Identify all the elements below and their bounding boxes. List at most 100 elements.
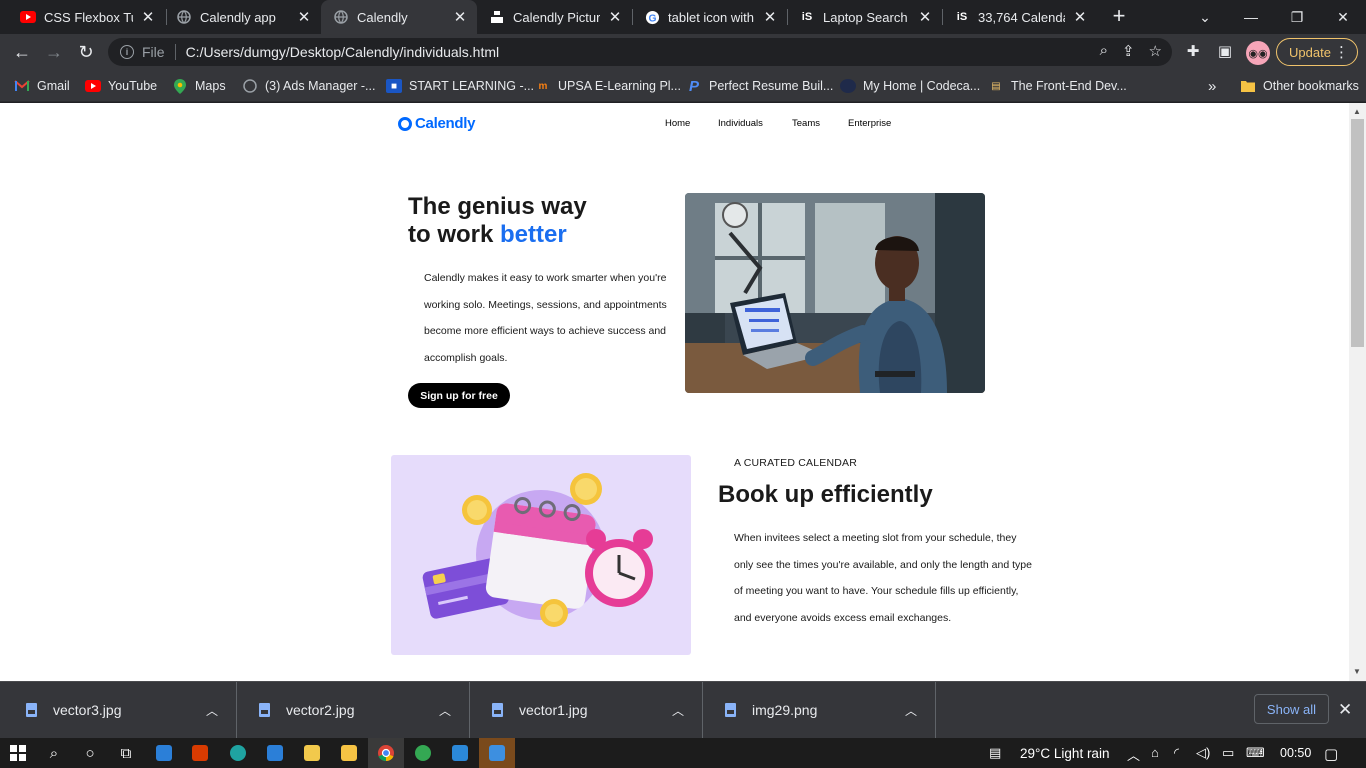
tab-calendly-active[interactable]: Calendly ✕ [321, 0, 477, 34]
window-close-button[interactable]: ✕ [1320, 0, 1366, 34]
info-icon[interactable]: i [120, 45, 134, 59]
scrollbar-thumb[interactable] [1351, 119, 1364, 347]
download-filename: vector3.jpg [53, 702, 122, 718]
cortana-icon[interactable]: ○ [72, 738, 108, 768]
bookmark-star-icon[interactable]: ☆ [1149, 42, 1162, 60]
tray-chevron-up-icon[interactable]: ︿ [1127, 745, 1140, 764]
tab-calendly-pictures[interactable]: Calendly Pictures ✕ [477, 0, 632, 34]
tab-search-chevron-icon[interactable]: ⌄ [1182, 0, 1228, 34]
back-button[interactable]: ← [8, 38, 36, 66]
office-icon[interactable] [182, 738, 218, 768]
chevron-up-icon[interactable]: ︿ [206, 702, 218, 719]
folder-icon [1240, 79, 1256, 93]
notifications-icon[interactable]: ▢ [1324, 745, 1338, 763]
chrome-icon[interactable] [368, 738, 404, 768]
nav-enterprise[interactable]: Enterprise [848, 118, 891, 129]
apps-grid-icon[interactable] [294, 738, 330, 768]
side-panel-icon[interactable]: ▣ [1215, 42, 1235, 60]
bookmark-other[interactable]: Other bookmarks [1240, 70, 1359, 102]
store-icon[interactable] [257, 738, 293, 768]
download-item[interactable]: img29.png ︿ [703, 682, 936, 738]
chevron-up-icon[interactable]: ︿ [905, 702, 917, 719]
bookmark-youtube[interactable]: YouTube [85, 70, 157, 102]
bookmark-upsa[interactable]: m UPSA E-Learning Pl... [535, 70, 681, 102]
svg-text:G: G [648, 13, 656, 24]
close-icon[interactable]: ✕ [295, 8, 313, 26]
task-view-icon[interactable]: ⧉ [108, 738, 144, 768]
close-icon[interactable]: ✕ [1071, 8, 1089, 26]
mail-icon[interactable] [146, 738, 182, 768]
calendly-logo[interactable]: Calendly [398, 115, 475, 132]
bookmark-maps[interactable]: Maps [172, 70, 226, 102]
youtube-icon [20, 9, 36, 25]
update-button[interactable]: Update ⋮ [1276, 38, 1358, 66]
chevron-up-icon[interactable]: ︿ [672, 702, 684, 719]
bookmark-resume[interactable]: P Perfect Resume Buil... [686, 70, 833, 102]
close-icon[interactable]: ✕ [139, 8, 157, 26]
wifi-icon[interactable]: ◜ [1174, 745, 1179, 761]
page-scrollbar[interactable]: ▲ ▼ [1349, 103, 1366, 681]
tab-title: Calendly Pictures [513, 9, 600, 25]
tab-calendar-istock[interactable]: iS 33,764 Calendar I ✕ [942, 0, 1097, 34]
tray-app-icon[interactable]: ⌂ [1151, 745, 1159, 760]
bookmarks-overflow-button[interactable]: » [1208, 70, 1216, 102]
file-explorer-icon[interactable] [331, 738, 367, 768]
bookmark-codecademy[interactable]: My Home | Codeca... [840, 70, 980, 102]
nav-home[interactable]: Home [665, 118, 690, 129]
photos-icon[interactable] [479, 738, 515, 768]
close-icon[interactable]: ✕ [916, 8, 934, 26]
chevron-up-icon[interactable]: ︿ [439, 702, 451, 719]
bookmark-gmail[interactable]: Gmail [14, 70, 70, 102]
zoom-search-icon[interactable]: ⌕ [1100, 42, 1108, 60]
battery-icon[interactable]: ▭ [1222, 745, 1234, 761]
close-downloads-icon[interactable]: ✕ [1338, 700, 1352, 720]
clock-time[interactable]: 00:50 [1280, 738, 1311, 768]
download-item[interactable]: vector2.jpg ︿ [237, 682, 470, 738]
tab-title: CSS Flexbox Tuto [44, 9, 133, 25]
nav-teams[interactable]: Teams [792, 118, 820, 129]
tab-css-flexbox[interactable]: CSS Flexbox Tuto ✕ [8, 0, 165, 34]
google-icon: G [644, 9, 660, 25]
forward-button[interactable]: → [40, 38, 68, 66]
profile-avatar[interactable]: ◉◉ [1246, 41, 1270, 65]
search-icon[interactable]: ⌕ [36, 738, 72, 768]
weather-icon[interactable]: ▤ [989, 745, 1001, 761]
tab-laptop-search[interactable]: iS Laptop Search Lin ✕ [787, 0, 942, 34]
section-description: When invitees select a meeting slot from… [734, 532, 1032, 625]
bookmark-label: START LEARNING -... [409, 79, 535, 93]
unsplash-icon [489, 9, 505, 25]
volume-icon[interactable]: ◁) [1196, 745, 1210, 761]
close-icon[interactable]: ✕ [761, 8, 779, 26]
tab-tablet-icon[interactable]: G tablet icon with i ✕ [632, 0, 787, 34]
restore-button[interactable]: ❐ [1274, 0, 1320, 34]
download-item[interactable]: vector1.jpg ︿ [470, 682, 703, 738]
minimize-button[interactable]: — [1228, 0, 1274, 34]
bookmark-ads-manager[interactable]: (3) Ads Manager -... [242, 70, 375, 102]
close-icon[interactable]: ✕ [451, 8, 469, 26]
weather-text[interactable]: 29°C Light rain [1020, 738, 1109, 768]
share-icon[interactable]: ⇪ [1122, 42, 1135, 60]
section-kicker: A CURATED CALENDAR [734, 457, 858, 469]
windows-start-icon[interactable] [0, 738, 36, 768]
color-app-icon[interactable] [405, 738, 441, 768]
scroll-up-icon[interactable]: ▲ [1353, 107, 1361, 116]
bookmark-label: YouTube [108, 79, 158, 93]
tab-calendly-app[interactable]: Calendly app ✕ [164, 0, 321, 34]
nav-individuals[interactable]: Individuals [718, 118, 763, 129]
download-item[interactable]: vector3.jpg ︿ [4, 682, 237, 738]
address-bar[interactable]: i File C:/Users/dumgy/Desktop/Calendly/i… [108, 38, 1172, 66]
signup-button[interactable]: Sign up for free [408, 383, 510, 408]
bookmark-frontend-dev[interactable]: ▤ The Front-End Dev... [988, 70, 1127, 102]
scroll-down-icon[interactable]: ▼ [1353, 667, 1361, 676]
vscode-icon[interactable] [442, 738, 478, 768]
edge-icon[interactable] [220, 738, 256, 768]
extensions-puzzle-icon[interactable]: ✚ [1183, 42, 1203, 60]
reload-button[interactable]: ↻ [72, 38, 100, 66]
bookmark-start-learning[interactable]: ■ START LEARNING -... [386, 70, 534, 102]
show-all-button[interactable]: Show all [1254, 694, 1329, 724]
more-menu-icon[interactable]: ⋮ [1334, 43, 1349, 61]
keyboard-icon[interactable]: ⌨ [1246, 745, 1265, 761]
new-tab-button[interactable]: + [1108, 5, 1130, 27]
close-icon[interactable]: ✕ [606, 8, 624, 26]
address-url[interactable]: C:/Users/dumgy/Desktop/Calendly/individu… [186, 44, 500, 60]
